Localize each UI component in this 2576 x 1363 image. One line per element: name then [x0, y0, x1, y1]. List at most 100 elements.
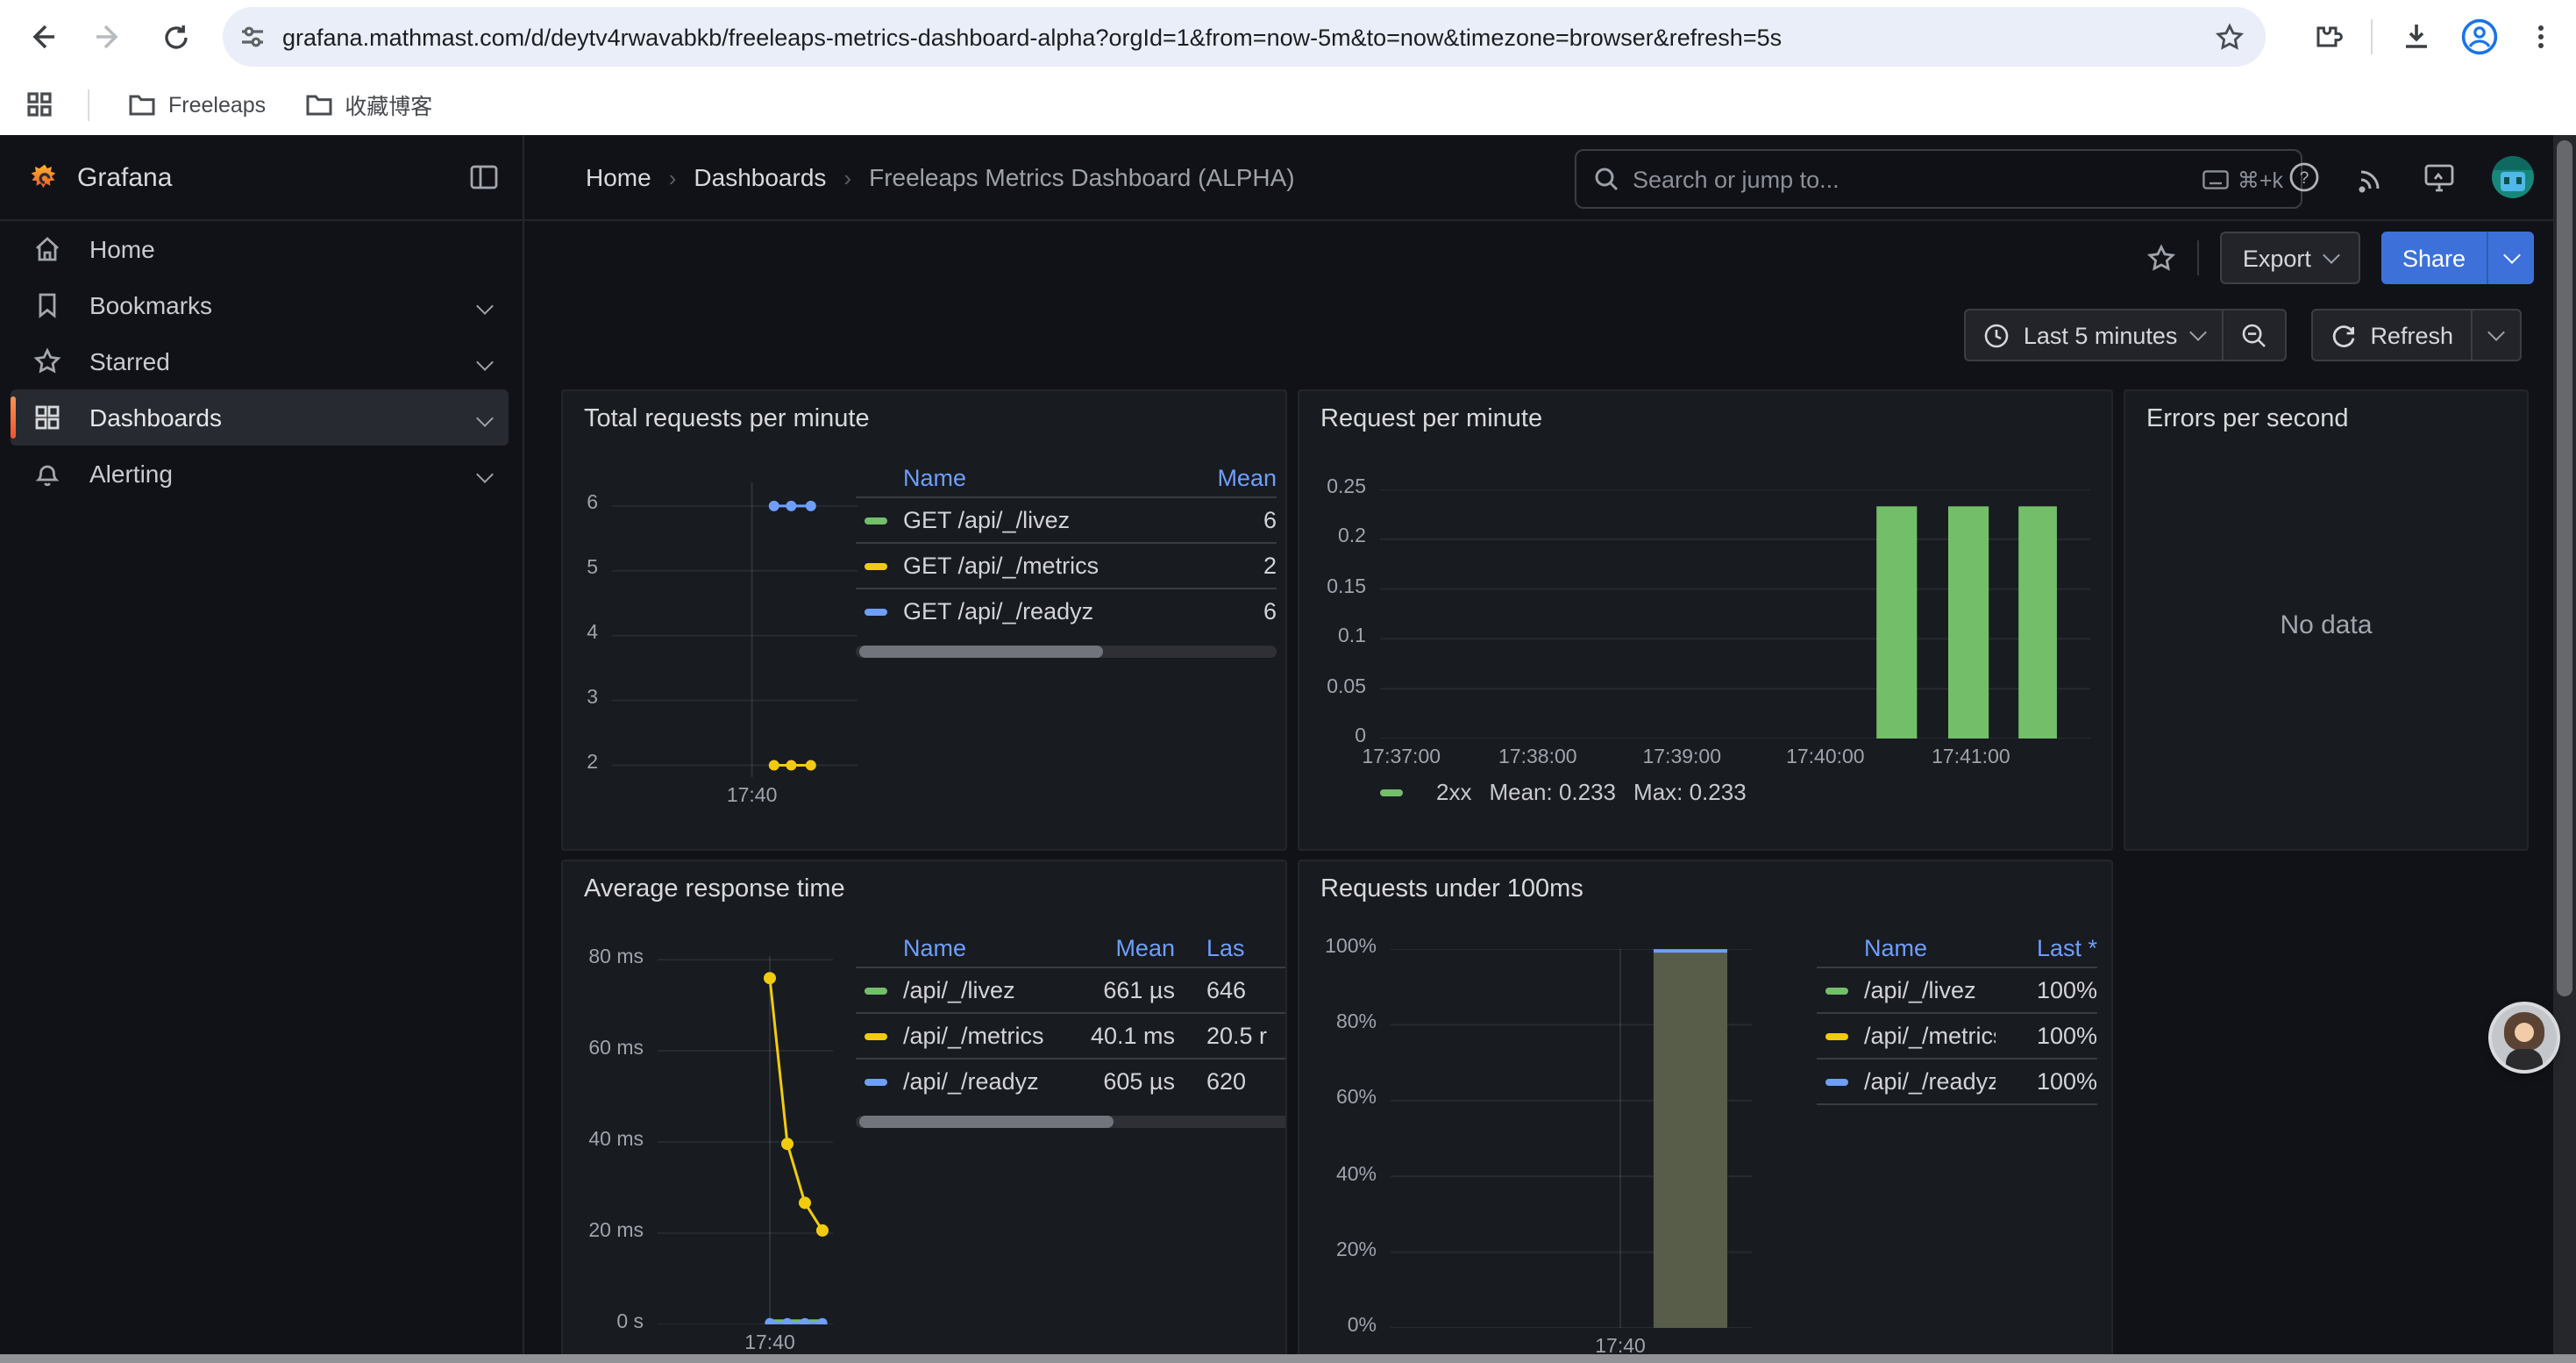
vertical-scrollbar[interactable] [2553, 135, 2576, 1363]
timeseries-chart[interactable] [612, 482, 857, 777]
legend-series-name: /api/_/metrics [903, 1023, 1066, 1049]
legend-row[interactable]: GET /api/_/metrics2 [856, 542, 1277, 588]
legend-value: 100% [1996, 1023, 2097, 1049]
panel-title[interactable]: Requests under 100ms [1320, 875, 1583, 903]
y-axis-tick-label: 80% [1299, 1012, 1377, 1033]
horizontal-scrollbar[interactable] [0, 1354, 2576, 1363]
legend-row[interactable]: /api/_/livez100% [1817, 967, 2097, 1012]
y-axis-tick-label: 40% [1299, 1164, 1377, 1185]
sidebar-item-label: Starred [89, 347, 170, 375]
back-button[interactable] [18, 12, 67, 61]
site-settings-icon[interactable] [223, 23, 282, 51]
legend-row[interactable]: GET /api/_/livez6 [856, 496, 1277, 542]
monitor-icon[interactable] [2423, 162, 2455, 192]
apps-grid-icon[interactable] [14, 80, 63, 129]
panel-request-per-minute: Request per minute 2xx Mean: 0.233 Max: … [1298, 389, 2113, 851]
sidebar-toggle-icon[interactable] [470, 165, 498, 189]
legend-row[interactable]: /api/_/metrics40.1 ms20.5 r [856, 1012, 1287, 1058]
legend-scrollbar-thumb[interactable] [859, 1116, 1114, 1128]
legend-column-header[interactable]: Mean [1171, 464, 1277, 490]
bookmark-icon [33, 291, 61, 319]
x-axis-tick-label: 17:39:00 [1612, 747, 1752, 768]
sidebar-item-home[interactable]: Home [11, 221, 509, 277]
extensions-icon[interactable] [2311, 21, 2343, 53]
share-menu-button[interactable] [2487, 232, 2534, 284]
sidebar-item-alerting[interactable]: Alerting [11, 446, 509, 502]
favorite-star-icon[interactable] [2146, 243, 2176, 273]
legend-row[interactable]: /api/_/readyz605 µs620 [856, 1058, 1287, 1103]
floating-assistant-avatar[interactable] [2492, 1005, 2557, 1070]
bookmark-folder-blogs[interactable]: 收藏博客 [304, 88, 432, 121]
forward-button[interactable] [84, 12, 133, 61]
bookmark-star-icon[interactable] [2215, 22, 2245, 52]
panel-total-requests-per-minute: Total requests per minute NameMean GET /a… [561, 389, 1287, 851]
downloads-icon[interactable] [2401, 21, 2432, 53]
timeseries-chart[interactable] [658, 956, 833, 1324]
breadcrumb-home[interactable]: Home [586, 163, 651, 191]
x-axis-tick-label: 17:38:00 [1468, 747, 1608, 768]
legend-scrollbar[interactable] [856, 1116, 1287, 1128]
legend-column-header[interactable]: Last * [1996, 934, 2097, 960]
chevron-down-icon[interactable] [479, 346, 491, 377]
sidebar-item-bookmarks[interactable]: Bookmarks [11, 277, 509, 333]
export-button[interactable]: Export [2220, 232, 2360, 284]
grafana-brand[interactable]: Grafana [77, 162, 172, 192]
panel-title[interactable]: Request per minute [1320, 405, 1542, 433]
url-text[interactable]: grafana.mathmast.com/d/deytv4rwavabkb/fr… [282, 24, 2201, 50]
address-bar[interactable]: grafana.mathmast.com/d/deytv4rwavabkb/fr… [223, 7, 2266, 67]
y-axis-tick-label: 20 ms [563, 1221, 644, 1242]
breadcrumb-dashboards[interactable]: Dashboards [694, 163, 826, 191]
y-axis-tick-label: 0.2 [1299, 527, 1366, 548]
y-axis-tick-label: 0.05 [1299, 676, 1366, 697]
share-button[interactable]: Share [2381, 232, 2487, 284]
legend-row[interactable]: /api/_/metrics100% [1817, 1012, 2097, 1058]
bookmark-folder-freeleaps[interactable]: Freeleaps [128, 92, 266, 117]
area-chart[interactable] [1391, 949, 1752, 1328]
legend-scrollbar[interactable] [856, 646, 1277, 658]
profile-icon[interactable] [2460, 18, 2499, 56]
scrollbar-thumb[interactable] [2557, 140, 2572, 996]
reload-button[interactable] [151, 12, 200, 61]
legend-scrollbar-thumb[interactable] [859, 646, 1103, 658]
legend-column-header[interactable]: Mean [1066, 934, 1175, 960]
sidebar-item-starred[interactable]: Starred [11, 333, 509, 389]
search-placeholder: Search or jump to... [1633, 166, 2188, 192]
data-point [786, 760, 796, 771]
search-input[interactable]: Search or jump to... ⌘+k [1575, 149, 2302, 209]
help-icon[interactable]: ? [2288, 161, 2320, 193]
legend-inline[interactable]: 2xx Mean: 0.233 Max: 0.233 [1380, 779, 1747, 805]
bar-chart[interactable] [1380, 489, 2090, 739]
chevron-down-icon[interactable] [479, 289, 491, 321]
sidebar-item-dashboards[interactable]: Dashboards [11, 389, 509, 446]
header-icons: ? [2288, 135, 2534, 219]
panel-title[interactable]: Total requests per minute [584, 405, 870, 433]
chevron-down-icon[interactable] [479, 458, 491, 489]
news-rss-icon[interactable] [2357, 162, 2387, 192]
chevron-down-icon[interactable] [479, 402, 491, 433]
legend-column-header[interactable]: Name [856, 934, 1066, 960]
refresh-interval-button[interactable] [2471, 310, 2520, 360]
breadcrumb-current: Freeleaps Metrics Dashboard (ALPHA) [869, 163, 1295, 191]
legend-row[interactable]: /api/_/livez661 µs646 [856, 967, 1287, 1012]
sidebar-item-label: Dashboards [89, 403, 222, 432]
time-range-picker[interactable]: Last 5 minutes [1966, 310, 2222, 360]
legend-swatch [1825, 1078, 1848, 1085]
legend-row[interactable]: GET /api/_/readyz6 [856, 588, 1277, 633]
legend-column-header[interactable]: Las [1175, 934, 1287, 960]
legend-table: NameMean GET /api/_/livez6GET /api/_/metr… [856, 458, 1277, 658]
legend-column-header[interactable]: Name [1817, 934, 1996, 960]
zoom-out-button[interactable] [2221, 310, 2284, 360]
panel-title[interactable]: Average response time [584, 875, 845, 903]
legend-value: 6 [1171, 507, 1277, 533]
data-point [769, 760, 779, 771]
legend-max: Max: 0.233 [1633, 779, 1747, 805]
legend-row[interactable]: /api/_/readyz100% [1817, 1058, 2097, 1105]
browser-menu-icon[interactable] [2527, 23, 2555, 51]
grafana-logo[interactable] [30, 162, 60, 192]
svg-text:?: ? [2300, 169, 2309, 188]
sidebar: Home Bookmarks Starred Dashboards Alerti [0, 219, 524, 1363]
user-avatar[interactable] [2492, 156, 2534, 198]
legend-column-header[interactable]: Name [856, 464, 1171, 490]
refresh-button[interactable]: Refresh [2312, 310, 2471, 360]
panel-title[interactable]: Errors per second [2146, 405, 2349, 433]
